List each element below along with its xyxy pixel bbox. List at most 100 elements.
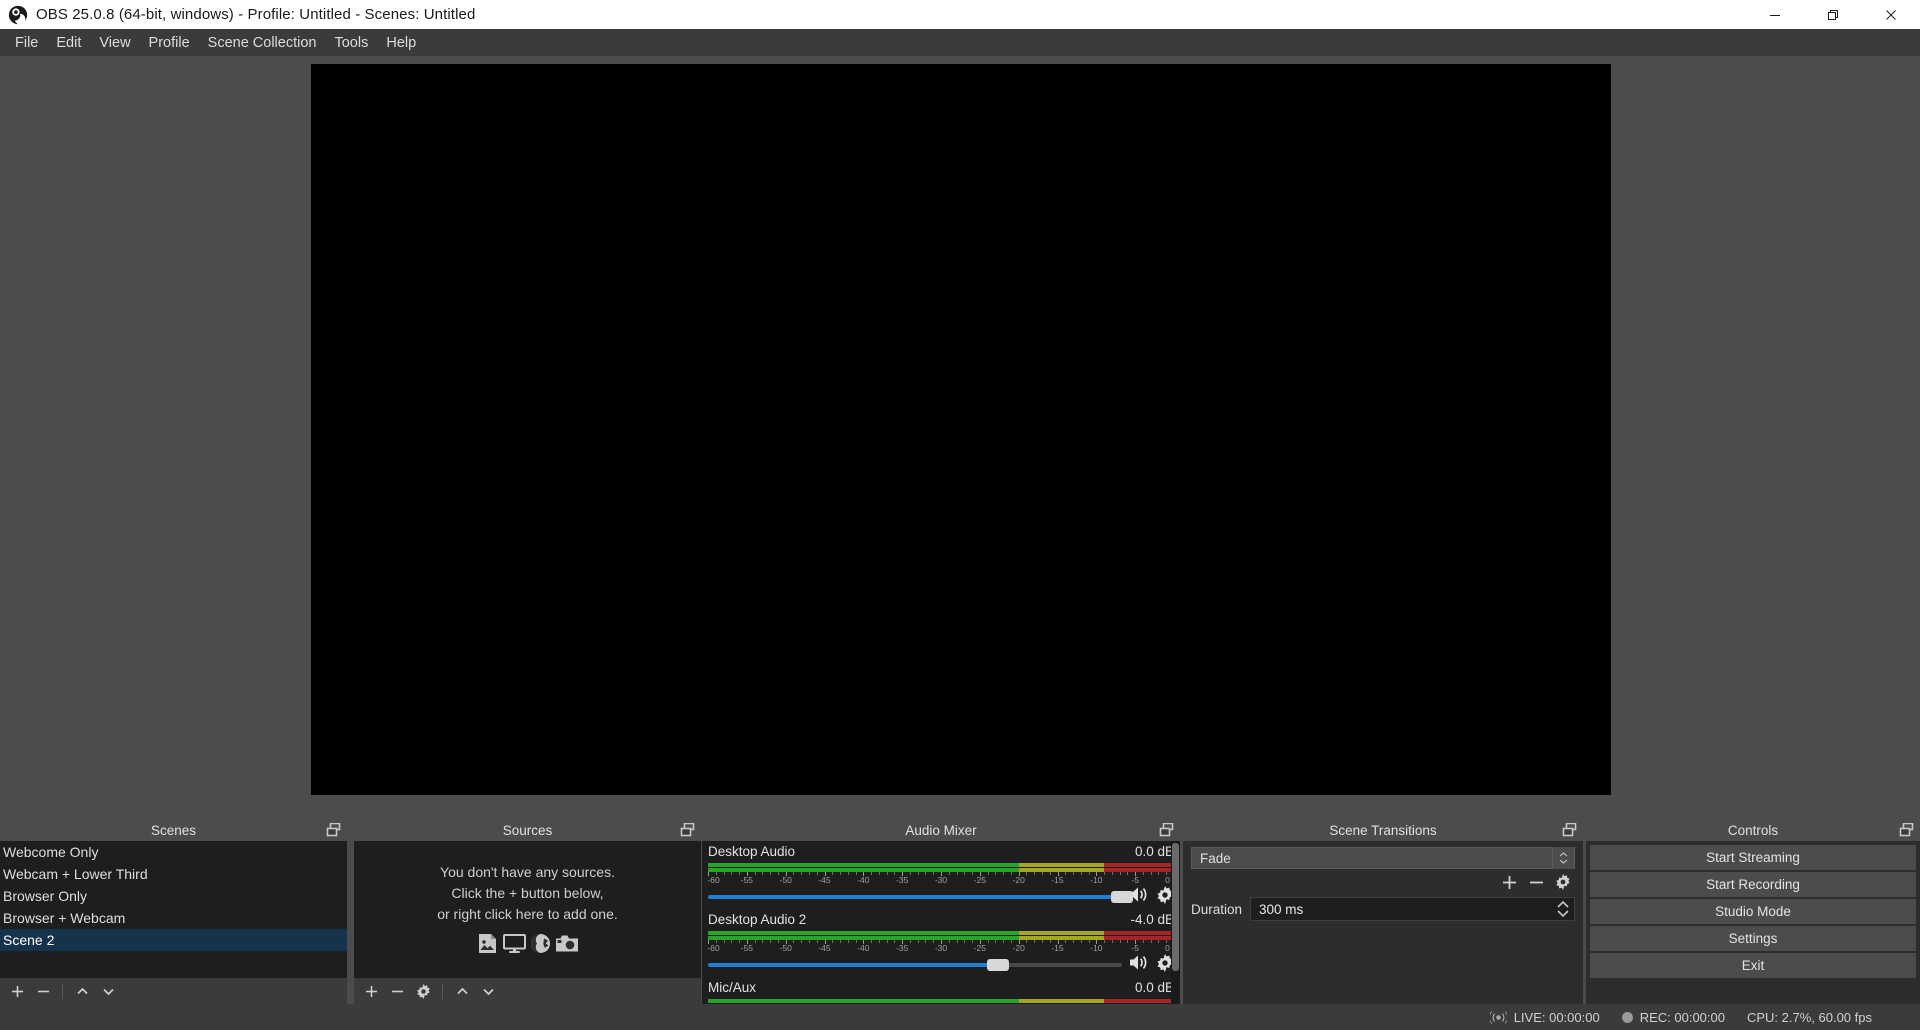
meter-scale: -60 -55 -50 -45 -40 -35 -30 -25 -20 -15 -10 -5 0: [707, 872, 1175, 885]
move-source-up-button[interactable]: [450, 980, 474, 1002]
add-source-button[interactable]: [359, 980, 383, 1002]
sources-dock-header: Sources: [354, 819, 701, 841]
duration-value: 300 ms: [1259, 901, 1304, 917]
meter-minor-tick: [1158, 940, 1160, 943]
meter-minor-tick: [909, 872, 911, 875]
meter-tick-label: -35: [896, 943, 909, 953]
duration-spinners[interactable]: [1554, 898, 1572, 920]
add-scene-button[interactable]: [5, 980, 29, 1002]
obs-main-window: OBS 25.0.8 (64-bit, windows) - Profile: …: [0, 0, 1920, 1030]
meter-scale: -60 -55 -50 -45 -40 -35 -30 -25 -20 -15 -10 -5 0: [707, 940, 1175, 953]
meter-tick-label: -50: [779, 875, 792, 885]
mute-button[interactable]: [1129, 954, 1149, 976]
meter-minor-tick: [739, 872, 741, 875]
audio-mixer-body[interactable]: Desktop Audio 0.0 dB -60 -55 -50 -45 -40 -35-…: [702, 841, 1180, 1004]
mixer-track-controls: [708, 885, 1174, 909]
menu-scene-collection[interactable]: Scene Collection: [199, 31, 326, 55]
meter-minor-tick: [1088, 872, 1090, 875]
audio-mixer-scrollbar[interactable]: [1171, 841, 1180, 1004]
chevron-up-icon[interactable]: [1556, 900, 1570, 909]
move-scene-up-button[interactable]: [70, 980, 94, 1002]
transition-select-arrows[interactable]: [1552, 847, 1574, 869]
transition-select-value: Fade: [1200, 850, 1231, 866]
studio-mode-button[interactable]: Studio Mode: [1590, 899, 1916, 924]
preview-area[interactable]: [0, 56, 1920, 819]
controls-body: Start Streaming Start Recording Studio M…: [1586, 841, 1920, 1004]
meter-minor-tick: [987, 940, 989, 943]
menu-tools[interactable]: Tools: [325, 31, 377, 55]
transition-properties-button[interactable]: [1551, 871, 1575, 893]
meter-tick-label: 0: [1165, 943, 1170, 953]
sources-empty-line-1: You don't have any sources.: [440, 863, 615, 880]
settings-button[interactable]: Settings: [1590, 926, 1916, 951]
sources-empty-line-3: or right click here to add one.: [437, 905, 618, 922]
transition-select[interactable]: Fade: [1191, 847, 1575, 869]
chevron-down-icon[interactable]: [1556, 909, 1570, 918]
meter-minor-tick: [964, 940, 966, 943]
volume-slider[interactable]: [708, 955, 1122, 975]
remove-transition-button[interactable]: [1524, 871, 1548, 893]
start-recording-button[interactable]: Start Recording: [1590, 872, 1916, 897]
meter-minor-tick: [762, 940, 764, 943]
preview-canvas[interactable]: [311, 64, 1611, 795]
float-dock-icon[interactable]: [326, 823, 341, 837]
scene-list-item[interactable]: Webcome Only: [0, 841, 347, 863]
close-button[interactable]: [1862, 0, 1920, 29]
plus-icon: [11, 985, 23, 997]
remove-source-button[interactable]: [385, 980, 409, 1002]
remove-scene-button[interactable]: [31, 980, 55, 1002]
meter-tick-label: -10: [1090, 943, 1103, 953]
menu-view[interactable]: View: [90, 31, 139, 55]
float-dock-icon[interactable]: [680, 823, 695, 837]
meter-minor-tick: [878, 872, 880, 875]
mixer-track-db: 0.0 dB: [1134, 980, 1174, 995]
meter-minor-tick: [871, 872, 873, 875]
scene-list-item[interactable]: Browser + Webcam: [0, 907, 347, 929]
menu-edit[interactable]: Edit: [47, 31, 90, 55]
meter-minor-tick: [1104, 872, 1106, 875]
menu-help[interactable]: Help: [377, 31, 425, 55]
chevron-down-icon: [482, 988, 494, 995]
duration-input[interactable]: 300 ms: [1250, 897, 1575, 921]
menu-file[interactable]: File: [6, 31, 47, 55]
scene-list-item[interactable]: Webcam + Lower Third: [0, 863, 347, 885]
meter-minor-tick: [917, 872, 919, 875]
start-streaming-button[interactable]: Start Streaming: [1590, 845, 1916, 870]
minimize-button[interactable]: [1746, 0, 1804, 29]
add-transition-button[interactable]: [1497, 871, 1521, 893]
browser-globe-icon: [530, 933, 550, 953]
move-scene-down-button[interactable]: [96, 980, 120, 1002]
meter-tick-label: -30: [934, 875, 948, 885]
exit-button[interactable]: Exit: [1590, 953, 1916, 978]
mixer-track-name: Mic/Aux: [708, 980, 757, 995]
scrollbar-thumb[interactable]: [1172, 843, 1179, 971]
broadcast-icon: [1489, 1010, 1507, 1024]
source-properties-button[interactable]: [411, 980, 435, 1002]
meter-minor-tick: [894, 940, 896, 943]
move-source-down-button[interactable]: [476, 980, 500, 1002]
menu-profile[interactable]: Profile: [140, 31, 199, 55]
meter-tick-label: -25: [973, 875, 986, 885]
speaker-on-icon[interactable]: [1129, 954, 1149, 971]
meter-minor-tick: [816, 940, 818, 943]
meter-minor-tick: [964, 872, 966, 875]
plus-icon: [365, 985, 377, 997]
scene-list-item-selected[interactable]: Scene 2: [0, 929, 347, 951]
meter-minor-tick: [777, 872, 779, 875]
slider-handle[interactable]: [986, 959, 1009, 971]
slider-handle[interactable]: [1111, 891, 1133, 903]
mixer-track-name: Desktop Audio 2: [708, 912, 807, 927]
float-dock-icon[interactable]: [1899, 823, 1914, 837]
maximize-button[interactable]: [1804, 0, 1862, 29]
scenes-list[interactable]: Webcome Only Webcam + Lower Third Browse…: [0, 841, 347, 978]
float-dock-icon[interactable]: [1562, 823, 1577, 837]
scene-list-item[interactable]: Browser Only: [0, 885, 347, 907]
meter-tick-label: -60: [707, 875, 720, 885]
meter-tick-label: -30: [934, 943, 948, 953]
menu-bar: File Edit View Profile Scene Collection …: [0, 29, 1920, 56]
meter-minor-tick: [770, 872, 772, 875]
meter-minor-tick: [1049, 940, 1051, 943]
sources-list[interactable]: You don't have any sources. Click the + …: [354, 841, 701, 978]
float-dock-icon[interactable]: [1159, 823, 1174, 837]
volume-slider[interactable]: [708, 887, 1133, 907]
